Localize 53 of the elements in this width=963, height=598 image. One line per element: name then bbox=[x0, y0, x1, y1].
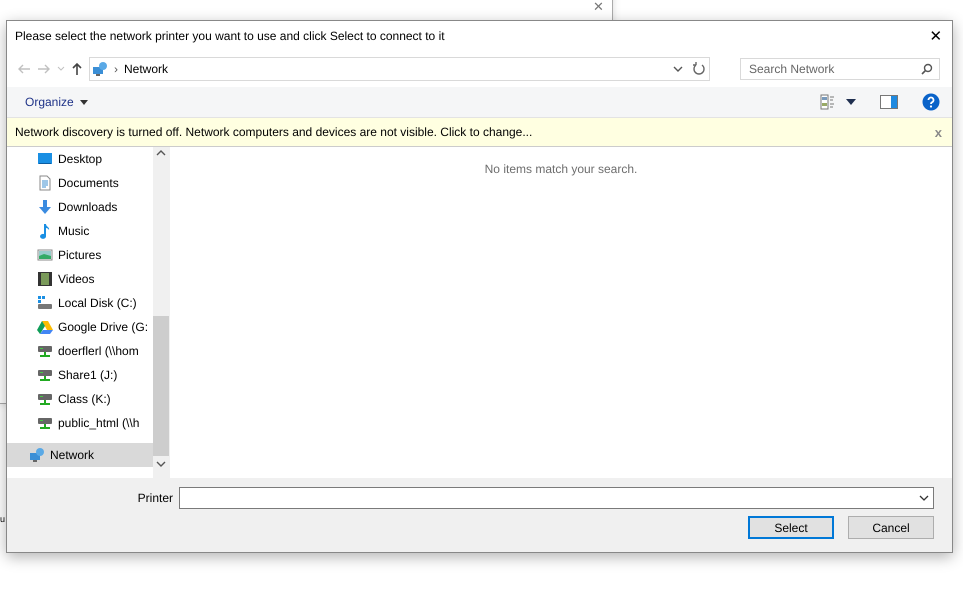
chevron-down-icon[interactable] bbox=[673, 66, 683, 72]
up-arrow-icon[interactable] bbox=[71, 62, 83, 76]
sidebar-item[interactable]: Pictures bbox=[7, 243, 153, 267]
help-icon[interactable] bbox=[922, 93, 940, 111]
down-arrow-icon bbox=[37, 199, 53, 215]
sidebar-item[interactable]: Documents bbox=[7, 171, 153, 195]
printer-label: Printer bbox=[138, 491, 173, 505]
sidebar-item[interactable]: Downloads bbox=[7, 195, 153, 219]
caret-icon bbox=[80, 100, 88, 104]
triangle-logo-icon bbox=[37, 319, 53, 335]
document-icon bbox=[37, 175, 53, 191]
sidebar-item[interactable]: Class (K:) bbox=[7, 387, 153, 411]
empty-message: No items match your search. bbox=[484, 162, 638, 176]
sidebar-item[interactable]: Local Disk (C:) bbox=[7, 291, 153, 315]
sidebar-item[interactable]: Desktop bbox=[7, 147, 153, 171]
picture-icon bbox=[37, 247, 53, 263]
search-field[interactable]: Search Network bbox=[740, 58, 940, 80]
sidebar-item[interactable]: doerflerl (\\hom bbox=[7, 339, 153, 363]
address-bar[interactable]: › Network bbox=[89, 57, 710, 81]
film-icon bbox=[37, 271, 53, 287]
network-globe-icon bbox=[92, 61, 108, 77]
sidebar-item[interactable]: Share1 (J:) bbox=[7, 363, 153, 387]
network-drive-icon bbox=[37, 343, 53, 359]
sidebar-item[interactable]: public_html (\\h bbox=[7, 411, 153, 435]
drive-icon bbox=[37, 295, 53, 311]
printer-combo-box[interactable] bbox=[179, 487, 934, 509]
window-title: Please select the network printer you want to use and click Select to connect to it bbox=[15, 29, 445, 43]
sidebar-item[interactable]: Videos bbox=[7, 267, 153, 291]
sidebar-item[interactable]: Music bbox=[7, 219, 153, 243]
info-message: Network discovery is turned off. Network computers and devices are not visible. Click to change... bbox=[15, 125, 532, 139]
path-text: Network bbox=[124, 62, 168, 76]
network-drive-icon bbox=[37, 367, 53, 383]
network-drive-icon bbox=[37, 415, 53, 431]
sidebar-item[interactable]: Google Drive (G: bbox=[7, 315, 153, 339]
network-drive-icon bbox=[37, 391, 53, 407]
sidebar-item[interactable]: Network bbox=[7, 443, 153, 467]
background-text: u bbox=[0, 514, 6, 524]
scrollbar-thumb[interactable] bbox=[153, 316, 169, 456]
cancel-button[interactable]: Cancel bbox=[848, 516, 934, 539]
close-icon[interactable]: ✕ bbox=[593, 0, 604, 14]
view-options-icon[interactable] bbox=[820, 94, 836, 110]
close-button[interactable]: ✕ bbox=[920, 21, 952, 51]
organize-menu[interactable]: Organize bbox=[25, 95, 88, 109]
preview-pane-icon[interactable] bbox=[880, 95, 898, 109]
chevron-down-icon[interactable] bbox=[919, 495, 929, 501]
select-button[interactable]: Select bbox=[748, 516, 834, 539]
info-bar[interactable]: Network discovery is turned off. Network computers and devices are not visible. Click to change... x bbox=[7, 117, 952, 147]
path-separator: › bbox=[114, 62, 118, 76]
search-icon bbox=[921, 63, 933, 75]
scrollbar[interactable] bbox=[153, 147, 169, 478]
dropdown-arrow-icon[interactable] bbox=[846, 99, 856, 105]
desktop-icon bbox=[37, 151, 53, 167]
network-globe-icon bbox=[29, 447, 45, 463]
